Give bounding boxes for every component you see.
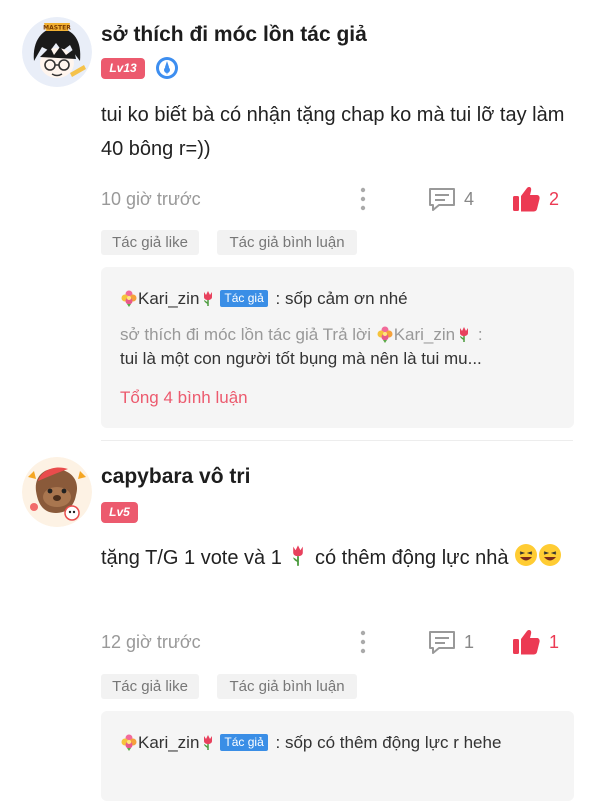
reply-box: Kari_zin Tác giả : sốp cảm ơn nhé sở thí… [101, 267, 574, 428]
flower-icon [376, 325, 394, 343]
reply-text: tui là một con người tốt bụng mà nên là … [120, 349, 482, 368]
level-badge: Lv5 [101, 502, 138, 523]
reply-item[interactable]: sở thích đi móc lồn tác giả Trả lời Kari… [120, 323, 556, 371]
tulip-icon [199, 289, 217, 307]
more-icon[interactable] [356, 186, 370, 212]
thumbs-up-icon[interactable] [511, 185, 541, 213]
medal-icon [155, 56, 179, 80]
comment-text-part: tặng T/G 1 vote và 1 [101, 547, 282, 569]
comment-item: capybara vô tri Lv5 tặng T/G 1 vote và 1… [0, 443, 600, 808]
reply-box: Kari_zin Tác giả : sốp có thêm động lực … [101, 711, 574, 801]
comment-icon[interactable] [427, 629, 457, 655]
reply-item[interactable]: Kari_zin Tác giả : sốp có thêm động lực … [120, 731, 556, 755]
divider [101, 440, 573, 441]
comment-item: MASTER sở thích đi móc lồn tác giả Lv13 … [0, 0, 600, 441]
author-like-tag: Tác giả like [101, 230, 199, 255]
reply-author[interactable]: Kari_zin [138, 733, 199, 752]
reply-count: 4 [464, 189, 475, 209]
author-comment-tag: Tác giả bình luận [217, 230, 357, 255]
reply-separator: : [473, 325, 483, 344]
reply-separator: : [270, 733, 285, 752]
author-badge: Tác giả [220, 734, 268, 751]
username[interactable]: capybara vô tri [101, 465, 250, 489]
laughing-emoji-icon [514, 543, 538, 578]
reply-verb: Trả lời [322, 325, 371, 344]
tulip-icon [455, 325, 473, 343]
thumbs-up-icon[interactable] [511, 628, 541, 656]
comment-time: 12 giờ trước [101, 632, 201, 652]
author-like-tag: Tác giả like [101, 674, 199, 699]
comment-time: 10 giờ trước [101, 189, 201, 209]
flower-icon [120, 733, 138, 751]
reply-separator: : [270, 289, 285, 308]
tulip-icon [287, 543, 309, 578]
like-count: 1 [549, 632, 560, 652]
reply-text: sốp cảm ơn nhé [284, 289, 408, 308]
comment-content: tui ko biết bà có nhận tặng chap ko mà t… [101, 104, 565, 160]
reply-author[interactable]: sở thích đi móc lồn tác giả [120, 325, 318, 344]
reply-item[interactable]: Kari_zin Tác giả : sốp cảm ơn nhé [120, 287, 556, 311]
laughing-emoji-icon [538, 543, 562, 578]
flower-icon [120, 289, 138, 307]
comment-content: tặng T/G 1 vote và 1 có thêm động lực nh… [101, 541, 581, 578]
avatar-illustration [22, 457, 92, 527]
level-badge: Lv13 [101, 58, 145, 79]
username[interactable]: sở thích đi móc lồn tác giả [101, 23, 367, 47]
comment-text-part: có thêm động lực nhà [314, 547, 509, 569]
avatar-illustration: MASTER [22, 17, 92, 87]
author-badge: Tác giả [220, 290, 268, 307]
more-icon[interactable] [356, 629, 370, 655]
tulip-icon [199, 733, 217, 751]
reply-text: sốp có thêm động lực r hehe [284, 733, 502, 752]
user-avatar[interactable] [22, 457, 92, 527]
reply-target[interactable]: Kari_zin [394, 325, 455, 344]
like-count: 2 [549, 189, 560, 209]
user-avatar[interactable]: MASTER [22, 17, 92, 87]
author-comment-tag: Tác giả bình luận [217, 674, 357, 699]
comment-icon[interactable] [427, 186, 457, 212]
reply-count: 1 [464, 632, 475, 652]
svg-text:MASTER: MASTER [43, 25, 71, 32]
reply-author[interactable]: Kari_zin [138, 289, 199, 308]
total-comments-link[interactable]: Tổng 4 bình luận [120, 388, 248, 408]
